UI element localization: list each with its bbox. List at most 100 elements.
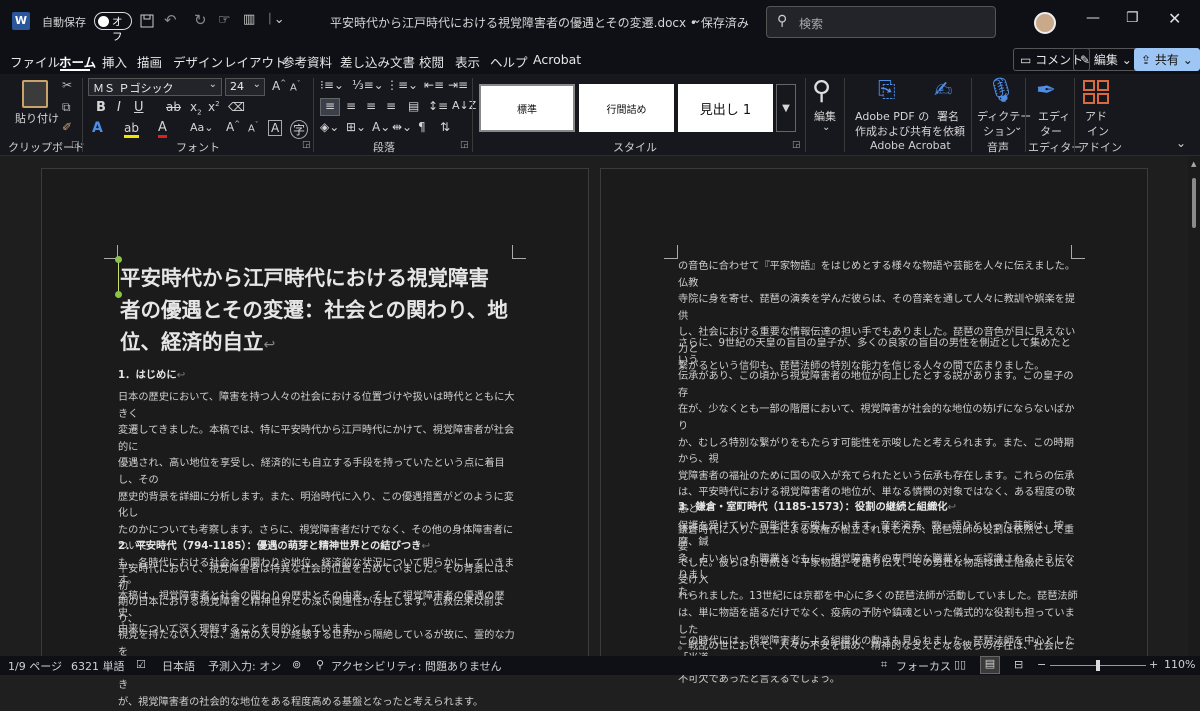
menu-layout[interactable]: レイアウト bbox=[224, 52, 287, 71]
proofing-icon[interactable]: ☑ bbox=[136, 658, 146, 671]
text-effects-icon[interactable]: A bbox=[92, 120, 103, 136]
menu-file[interactable]: ファイル bbox=[10, 52, 60, 71]
scrollbar-thumb[interactable] bbox=[1192, 178, 1196, 228]
title-chevron-icon[interactable]: ⌄ bbox=[692, 12, 702, 26]
shrink-font-2-icon[interactable]: Aˇ bbox=[248, 121, 258, 134]
decrease-indent-icon[interactable]: ⇤≡ bbox=[424, 78, 444, 92]
align-right-icon[interactable]: ≡ bbox=[366, 99, 376, 113]
focus-icon[interactable]: ⌗ bbox=[881, 658, 887, 672]
superscript-icon[interactable]: x2 bbox=[208, 100, 220, 114]
style-normal[interactable]: 標準 bbox=[479, 84, 575, 132]
bullets-icon[interactable]: ⁝≡⌄ bbox=[320, 78, 344, 92]
highlight-icon[interactable]: ab bbox=[124, 121, 139, 138]
text-prediction[interactable]: 予測入力: オン bbox=[208, 658, 281, 674]
zoom-slider-thumb[interactable] bbox=[1096, 660, 1100, 671]
menu-insert[interactable]: 挿入 bbox=[102, 52, 127, 71]
adobe-pdf-icon[interactable]: ⎘ bbox=[878, 78, 896, 103]
focus-mode[interactable]: フォーカス bbox=[896, 658, 951, 674]
paragraph-launcher-icon[interactable]: ◲ bbox=[460, 140, 469, 150]
menu-references[interactable]: 参考資料 bbox=[282, 52, 332, 71]
subscript-icon[interactable]: x2 bbox=[190, 100, 202, 116]
menu-design[interactable]: デザイン bbox=[173, 52, 223, 71]
microphone-icon[interactable]: 🎙 bbox=[986, 76, 1016, 104]
sign-label[interactable]: 署名 bbox=[937, 108, 959, 124]
zoom-level[interactable]: 110% bbox=[1164, 658, 1195, 671]
styles-more-button[interactable]: ▼ bbox=[776, 84, 796, 132]
zoom-out-icon[interactable]: − bbox=[1037, 658, 1046, 671]
italic-icon[interactable]: I bbox=[117, 100, 121, 115]
share-button[interactable]: ⇪ 共有 ⌄ bbox=[1134, 48, 1200, 71]
menu-review[interactable]: 校閲 bbox=[419, 52, 444, 71]
edit-mode-button[interactable]: ✎ 編集 ⌄ bbox=[1073, 48, 1139, 71]
style-no-spacing[interactable]: 行間詰め bbox=[579, 84, 674, 132]
align-center-icon[interactable]: ≡ bbox=[346, 99, 356, 113]
styles-launcher-icon[interactable]: ◲ bbox=[792, 140, 801, 150]
change-case-icon[interactable]: Aa⌄ bbox=[190, 121, 213, 134]
text-direction-icon[interactable]: ⇅ bbox=[440, 120, 450, 134]
redo-icon[interactable]: ↻ bbox=[194, 11, 207, 29]
touch-mode-icon[interactable]: ☞ bbox=[218, 12, 231, 28]
font-size-select[interactable]: 24 ⌄ bbox=[225, 78, 265, 96]
adobe-pdf-label[interactable]: Adobe PDF の bbox=[855, 108, 929, 124]
zoom-in-icon[interactable]: + bbox=[1149, 658, 1158, 671]
web-layout-icon[interactable]: ⊟ bbox=[1014, 658, 1023, 671]
format-painter-quick-icon[interactable]: ▥ bbox=[243, 12, 255, 27]
editor-icon[interactable]: ✒ bbox=[1036, 76, 1056, 104]
print-layout-icon[interactable]: ▤ bbox=[980, 656, 1000, 674]
increase-indent-icon[interactable]: ⇥≡ bbox=[448, 78, 468, 92]
grow-font-icon[interactable]: A^ bbox=[272, 79, 286, 93]
bold-icon[interactable]: B bbox=[96, 100, 106, 115]
align-left-icon[interactable]: ≡ bbox=[320, 98, 340, 116]
read-mode-icon[interactable]: ▯▯ bbox=[954, 658, 966, 671]
font-name-select[interactable]: ＭＳ Ｐゴシック ⌄ bbox=[88, 78, 222, 96]
language[interactable]: 日本語 bbox=[162, 658, 195, 674]
restore-icon[interactable]: ❐ bbox=[1126, 10, 1139, 26]
page-count[interactable]: 1/9 ページ bbox=[8, 658, 62, 674]
cut-icon[interactable]: ✂ bbox=[62, 78, 72, 92]
search-box[interactable]: ⚲ 検索 bbox=[766, 6, 996, 38]
clipboard-launcher-icon[interactable]: ◲ bbox=[71, 140, 80, 150]
accessibility-status[interactable]: アクセシビリティ: 問題ありません bbox=[331, 658, 502, 674]
font-color-icon[interactable]: A bbox=[158, 120, 167, 138]
multilevel-list-icon[interactable]: ⋮≡⌄ bbox=[386, 78, 418, 92]
vertical-scrollbar[interactable]: ▲ bbox=[1188, 156, 1200, 656]
addin-label[interactable]: アド bbox=[1085, 108, 1107, 124]
char-spacing-icon[interactable]: ⇹⌄ bbox=[392, 120, 412, 134]
phonetic-guide-icon[interactable]: 字 bbox=[290, 120, 309, 139]
menu-draw[interactable]: 描画 bbox=[137, 52, 162, 71]
paste-icon[interactable] bbox=[22, 80, 48, 108]
request-sign-icon[interactable]: ✍ bbox=[934, 78, 952, 103]
format-painter-icon[interactable]: ✐ bbox=[62, 120, 72, 134]
menu-mailings[interactable]: 差し込み文書 bbox=[340, 52, 415, 71]
font-launcher-icon[interactable]: ◲ bbox=[302, 140, 311, 150]
close-icon[interactable]: ✕ bbox=[1168, 9, 1181, 28]
menu-acrobat[interactable]: Acrobat bbox=[533, 52, 581, 67]
menu-view[interactable]: 表示 bbox=[455, 52, 480, 71]
find-icon[interactable]: ⚲ bbox=[812, 76, 831, 106]
autosave-toggle[interactable]: オフ bbox=[94, 12, 132, 43]
char-border-icon[interactable]: A bbox=[268, 120, 283, 136]
underline-icon[interactable]: U bbox=[134, 100, 144, 115]
macro-icon[interactable]: ⊚ bbox=[292, 658, 301, 671]
addins-icon[interactable] bbox=[1083, 80, 1109, 104]
zoom-slider[interactable] bbox=[1050, 660, 1146, 671]
paste-button-label[interactable]: 貼り付け bbox=[15, 110, 59, 126]
strikethrough-icon[interactable]: ab bbox=[166, 100, 181, 114]
shrink-font-icon[interactable]: Aˇ bbox=[290, 80, 300, 93]
clear-formatting-icon[interactable]: ⌫ bbox=[228, 100, 245, 114]
shading-icon[interactable]: ◈⌄ bbox=[320, 120, 339, 134]
undo-icon[interactable]: ↶ bbox=[164, 11, 177, 29]
asian-layout-icon[interactable]: A⌄ bbox=[372, 120, 390, 134]
accessibility-icon[interactable]: ⚲ bbox=[316, 658, 324, 671]
save-icon[interactable] bbox=[140, 14, 154, 28]
customize-toolbar-icon[interactable]: ᛁ⌄ bbox=[266, 12, 285, 27]
line-spacing-icon[interactable]: ↕≡ bbox=[428, 99, 448, 113]
ribbon-collapse-icon[interactable]: ⌄ bbox=[1176, 136, 1186, 150]
style-heading-1[interactable]: 見出し 1 bbox=[678, 84, 773, 132]
show-marks-icon[interactable]: ¶ bbox=[418, 120, 426, 134]
document-title[interactable]: 平安時代から江戸時代における視覚障害者の優遇とその変遷.docx • 保存済み bbox=[330, 14, 749, 31]
minimize-icon[interactable]: — bbox=[1086, 10, 1100, 26]
menu-help[interactable]: ヘルプ bbox=[490, 52, 528, 71]
distributed-icon[interactable]: ▤ bbox=[408, 99, 419, 113]
grow-font-2-icon[interactable]: A^ bbox=[226, 120, 240, 134]
